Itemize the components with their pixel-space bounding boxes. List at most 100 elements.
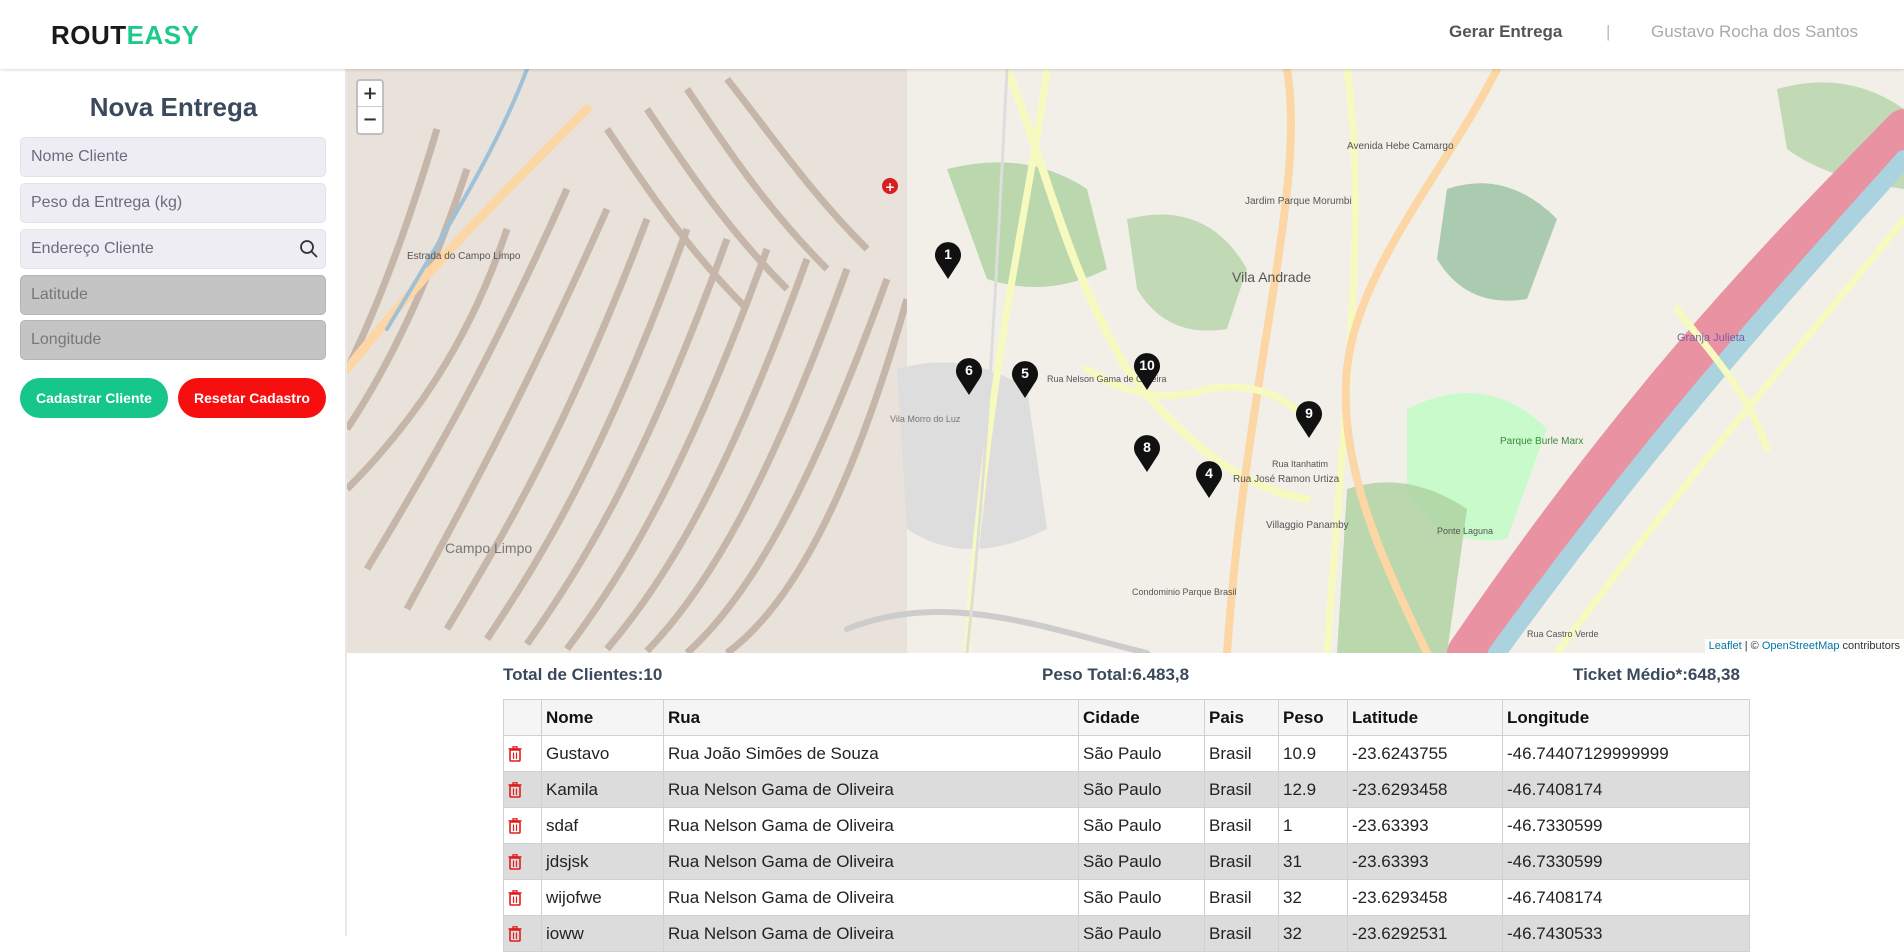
cell-latitude: -23.6243755 (1347, 735, 1503, 772)
cell-pais: Brasil (1204, 843, 1279, 880)
map-marker-8[interactable]: 8 (1132, 433, 1162, 473)
cell-nome: Kamila (541, 771, 664, 808)
cell-peso: 10.9 (1278, 735, 1348, 772)
cell-nome: sdaf (541, 807, 664, 844)
cell-peso: 31 (1278, 843, 1348, 880)
cell-cidade: São Paulo (1078, 771, 1205, 808)
map-marker-6[interactable]: 6 (954, 356, 984, 396)
user-name[interactable]: Gustavo Rocha dos Santos (1651, 22, 1858, 42)
cell-longitude: -46.74407129999999 (1502, 735, 1750, 772)
label-avenida-hebe: Avenida Hebe Camargo (1347, 141, 1454, 152)
table-row: jdsjsk Rua Nelson Gama de Oliveira São Pau… (503, 843, 1750, 880)
nome-cliente-input[interactable]: Nome Cliente (20, 137, 326, 177)
map-tiles: Vila Andrade Campo Limpo Jardim Parque M… (347, 69, 1904, 653)
ticket-medio: Ticket Médio*:648,38 (1573, 665, 1740, 684)
top-header: ROUTEASY Gerar Entrega | Gustavo Rocha d… (0, 0, 1904, 69)
delete-cell (503, 807, 542, 844)
logo-text-green: EASY (126, 20, 200, 50)
map-view[interactable]: Vila Andrade Campo Limpo Jardim Parque M… (347, 69, 1904, 653)
peso-entrega-input[interactable]: Peso da Entrega (kg) (20, 183, 326, 223)
cell-cidade: São Paulo (1078, 735, 1205, 772)
zoom-in-button[interactable]: + (358, 81, 382, 107)
label-rua-itanhatim: Rua Itanhatim (1272, 459, 1328, 469)
longitude-input[interactable]: Longitude (20, 320, 326, 360)
label-estrada-campo-limpo: Estrada do Campo Limpo (407, 251, 521, 262)
sidebar-form: Nova Entrega Nome Cliente Peso da Entreg… (0, 69, 347, 936)
label-parque-burle-marx: Parque Burle Marx (1500, 436, 1583, 447)
marker-label: 4 (1205, 465, 1213, 481)
cell-cidade: São Paulo (1078, 915, 1205, 952)
leaflet-link[interactable]: Leaflet (1709, 640, 1742, 652)
delete-cell (503, 879, 542, 916)
label-villaggio-panamby: Villaggio Panamby (1266, 520, 1349, 531)
trash-icon[interactable] (508, 890, 522, 906)
map-attribution: Leaflet | © OpenStreetMap contributors (1704, 639, 1904, 653)
cell-longitude: -46.7430533 (1502, 915, 1750, 952)
resetar-cadastro-button[interactable]: Resetar Cadastro (178, 378, 326, 418)
delete-cell (503, 735, 542, 772)
trash-icon[interactable] (508, 854, 522, 870)
header-cidade: Cidade (1078, 699, 1205, 736)
header-actions (503, 699, 542, 736)
clientes-table: Nome Rua Cidade Pais Peso Latitude Longi… (503, 699, 1750, 952)
map-marker-1[interactable]: 1 (933, 240, 963, 280)
cell-rua: Rua Nelson Gama de Oliveira (663, 771, 1079, 808)
marker-label: 8 (1143, 439, 1151, 455)
cell-nome: ioww (541, 915, 664, 952)
osm-link[interactable]: OpenStreetMap (1762, 640, 1840, 652)
trash-icon[interactable] (508, 782, 522, 798)
zoom-control: + − (356, 79, 384, 135)
label-vila-andrade: Vila Andrade (1232, 269, 1311, 285)
table-row: wijofwe Rua Nelson Gama de Oliveira São Pa… (503, 879, 1750, 916)
header-longitude: Longitude (1502, 699, 1750, 736)
cell-pais: Brasil (1204, 915, 1279, 952)
trash-icon[interactable] (508, 926, 522, 942)
map-marker-10[interactable]: 10 (1132, 351, 1162, 391)
cell-cidade: São Paulo (1078, 807, 1205, 844)
header-rua: Rua (663, 699, 1079, 736)
label-vila-morro-luz: Vila Morro do Luz (890, 414, 961, 424)
attribution-tail: contributors (1839, 640, 1900, 652)
label-jardim-parque-morumbi: Jardim Parque Morumbi (1245, 196, 1352, 207)
cell-longitude: -46.7330599 (1502, 843, 1750, 880)
marker-label: 1 (944, 246, 952, 262)
cell-nome: wijofwe (541, 879, 664, 916)
cell-pais: Brasil (1204, 735, 1279, 772)
zoom-out-button[interactable]: − (358, 107, 382, 133)
table-row: Kamila Rua Nelson Gama de Oliveira São Pau… (503, 771, 1750, 808)
attribution-sep: | © (1741, 640, 1762, 652)
delete-cell (503, 771, 542, 808)
cell-cidade: São Paulo (1078, 879, 1205, 916)
trash-icon[interactable] (508, 746, 522, 762)
table-header-row: Nome Rua Cidade Pais Peso Latitude Longi… (503, 699, 1750, 736)
cell-pais: Brasil (1204, 807, 1279, 844)
map-marker-5[interactable]: 5 (1010, 359, 1040, 399)
cell-cidade: São Paulo (1078, 843, 1205, 880)
marker-label: 6 (965, 362, 973, 378)
label-condominio: Condominio Parque Brasil (1132, 587, 1237, 597)
cell-longitude: -46.7408174 (1502, 879, 1750, 916)
map-marker-9[interactable]: 9 (1294, 399, 1324, 439)
table-row: ioww Rua Nelson Gama de Oliveira São Paulo… (503, 915, 1750, 952)
table-row: Gustavo Rua João Simões de Souza São Paulo… (503, 735, 1750, 772)
cell-rua: Rua Nelson Gama de Oliveira (663, 807, 1079, 844)
endereco-cliente-input[interactable]: Endereço Cliente (20, 229, 326, 269)
nav-gerar-entrega[interactable]: Gerar Entrega (1449, 22, 1562, 42)
cell-nome: Gustavo (541, 735, 664, 772)
label-rua-castro-verde: Rua Castro Verde (1527, 629, 1599, 639)
search-icon[interactable] (299, 239, 319, 259)
cell-longitude: -46.7408174 (1502, 771, 1750, 808)
cell-rua: Rua João Simões de Souza (663, 735, 1079, 772)
cell-rua: Rua Nelson Gama de Oliveira (663, 915, 1079, 952)
cell-latitude: -23.63393 (1347, 843, 1503, 880)
cadastrar-cliente-button[interactable]: Cadastrar Cliente (20, 378, 168, 418)
map-marker-4[interactable]: 4 (1194, 459, 1224, 499)
cell-peso: 12.9 (1278, 771, 1348, 808)
cell-pais: Brasil (1204, 771, 1279, 808)
label-rua-jose-ramon: Rua José Ramon Urtiza (1233, 474, 1340, 485)
routeasy-logo[interactable]: ROUTEASY (51, 20, 199, 51)
marker-label: 9 (1305, 405, 1313, 421)
svg-text:+: + (885, 180, 895, 194)
latitude-input[interactable]: Latitude (20, 275, 326, 315)
trash-icon[interactable] (508, 818, 522, 834)
